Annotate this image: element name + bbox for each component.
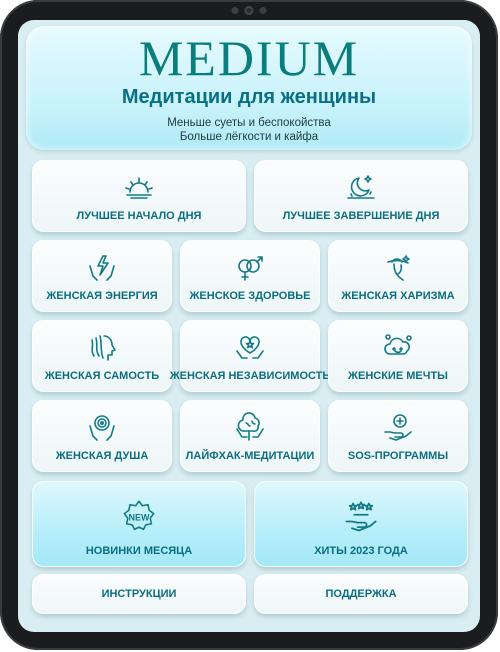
cloud-dream-icon (384, 334, 412, 355)
tablet-frame: MEDIUM Медитации для женщины Меньше сует… (0, 0, 498, 650)
sos-label: SOS-ПРОГРАММЫ (347, 450, 449, 462)
hands-lightning-icon (89, 255, 115, 281)
dreams-label: ЖЕНСКИЕ МЕЧТЫ (348, 370, 448, 382)
new-month-button[interactable]: NEW НОВИНКИ МЕСЯЦА (32, 481, 246, 567)
hands-heart-icon (236, 336, 264, 359)
self-button[interactable]: ЖЕНСКАЯ САМОСТЬ (32, 320, 172, 392)
woman-hat-icon (387, 255, 410, 281)
soul-button[interactable]: ЖЕНСКАЯ ДУША (32, 400, 172, 472)
best-start-label: ЛУЧШЕЕ НАЧАЛО ДНЯ (76, 210, 202, 222)
app-logo: MEDIUM (138, 30, 360, 86)
moon-stars-icon (347, 175, 375, 199)
independence-button[interactable]: ЖЕНСКАЯ НЕЗАВИСИМОСТЬ (170, 320, 330, 392)
energy-button[interactable]: ЖЕНСКАЯ ЭНЕРГИЯ (32, 240, 172, 312)
sunrise-icon (125, 177, 153, 199)
app-tagline: Меньше суеты и беспокойства Больше лёгко… (167, 117, 331, 143)
instructions-label: ИНСТРУКЦИИ (101, 588, 177, 600)
hits-label: ХИТЫ 2023 ГОДА (314, 545, 408, 557)
instructions-button[interactable]: ИНСТРУКЦИИ (32, 574, 246, 614)
self-label: ЖЕНСКАЯ САМОСТЬ (44, 370, 160, 382)
charisma-button[interactable]: ЖЕНСКАЯ ХАРИЗМА (328, 240, 468, 312)
hits-button[interactable]: ХИТЫ 2023 ГОДА (254, 481, 468, 567)
hands-spiral-icon (89, 415, 115, 441)
support-button[interactable]: ПОДДЕРЖКА (254, 574, 468, 614)
svg-text:NEW: NEW (129, 512, 151, 522)
dreams-button[interactable]: ЖЕНСКИЕ МЕЧТЫ (328, 320, 468, 392)
gender-symbols-icon (238, 256, 263, 281)
hand-stars-icon (345, 501, 377, 532)
independence-label: ЖЕНСКАЯ НЕЗАВИСИМОСТЬ (169, 370, 331, 382)
soul-label: ЖЕНСКАЯ ДУША (55, 450, 149, 462)
support-label: ПОДДЕРЖКА (325, 588, 397, 600)
sos-button[interactable]: SOS-ПРОГРАММЫ (328, 400, 468, 472)
new-badge-icon: NEW (123, 500, 155, 531)
charisma-label: ЖЕНСКАЯ ХАРИЗМА (341, 290, 455, 302)
best-end-label: ЛУЧШЕЕ ЗАВЕРШЕНИЕ ДНЯ (282, 210, 440, 222)
app-subtitle: Медитации для женщины (121, 86, 377, 108)
lifehack-button[interactable]: ЛАЙФХАК-МЕДИТАЦИИ (180, 400, 320, 472)
energy-label: ЖЕНСКАЯ ЭНЕРГИЯ (46, 290, 158, 302)
camera (231, 6, 267, 15)
best-end-button[interactable]: ЛУЧШЕЕ ЗАВЕРШЕНИЕ ДНЯ (254, 160, 468, 232)
lifehack-label: ЛАЙФХАК-МЕДИТАЦИИ (185, 450, 315, 462)
new-month-label: НОВИНКИ МЕСЯЦА (85, 545, 193, 557)
woman-profile-icon (91, 335, 116, 361)
head-brain-icon (236, 412, 264, 441)
best-start-button[interactable]: ЛУЧШЕЕ НАЧАЛО ДНЯ (32, 160, 246, 232)
hand-plus-icon (384, 414, 412, 441)
health-label: ЖЕНСКОЕ ЗДОРОВЬЕ (189, 290, 311, 302)
app-screen: MEDIUM Медитации для женщины Меньше сует… (18, 20, 480, 632)
health-button[interactable]: ЖЕНСКОЕ ЗДОРОВЬЕ (180, 240, 320, 312)
app-header: MEDIUM Медитации для женщины Меньше сует… (26, 26, 472, 150)
